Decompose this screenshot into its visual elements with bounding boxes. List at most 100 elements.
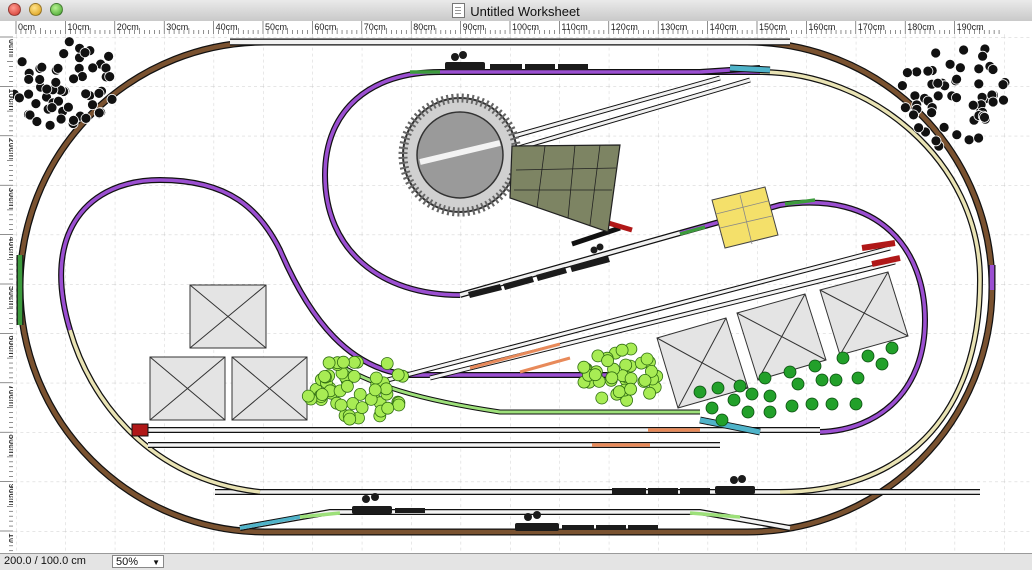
building-3[interactable] [231,356,308,421]
tree-icon [815,373,829,387]
horizontal-ruler: 0cm 10cm 20cm 30cm 40cm 50cm 60cm 70cm 80cm 90cm 1… [0,21,1032,35]
tree-icon [87,62,99,74]
ruler-label: 130cm [660,22,687,32]
tree-icon [93,88,105,99]
tree-icon [733,379,747,393]
tree-icon [909,90,921,102]
tree-icon [825,397,839,411]
tree-icon [343,412,357,426]
tree-icon [640,352,654,366]
ruler-label: 90cm [463,22,485,32]
tree-icon [63,101,74,113]
layout-dimensions: 200.0 / 100.0 cm [4,555,86,567]
tree-icon [87,99,98,111]
tree-icon [944,58,956,70]
tree-icon [977,50,988,62]
tree-icon [31,116,43,127]
ruler-label: 140cm [710,22,737,32]
title-bar: Untitled Worksheet [0,0,1032,22]
tree-icon [13,92,25,104]
ruler-label: 180cm [907,22,934,32]
building-2[interactable] [149,356,226,421]
tree-icon [595,391,609,405]
tree-icon [23,74,35,85]
ruler-label: 0cm [18,22,35,32]
tree-icon [998,94,1009,106]
tree-icon [588,368,602,382]
tree-icon [643,386,656,400]
tree-icon [913,122,924,134]
tree-icon [58,48,70,59]
tree-icon [973,78,985,90]
tree-icon [340,379,354,393]
tree-icon [44,119,56,131]
tree-icon [763,389,777,403]
tree-icon [322,356,336,370]
tree-icon [381,401,395,415]
tree-icon [958,44,969,56]
status-bar: 200.0 / 100.0 cm 50% ▼ [0,553,1032,570]
ruler-label: 170cm [858,22,885,32]
tree-icon [997,79,1009,90]
ruler-label: 50cm [265,22,287,32]
tree-icon [922,65,934,77]
track-plan[interactable] [13,34,1032,553]
ruler-label: 20cm [117,22,139,32]
tree-icon [93,107,105,119]
ruler-label: 190cm [957,22,984,32]
tree-icon [926,107,937,118]
tree-icon [783,365,797,379]
tree-icon [334,398,348,412]
tree-icon [932,77,944,89]
tree-icon [987,96,999,108]
tree-icon [973,63,985,75]
tree-icon [741,405,755,419]
ruler-label: 40cm [216,22,238,32]
tree-icon [638,373,652,387]
tree-icon [34,74,46,85]
tree-icon [391,368,405,382]
window-title-text: Untitled Worksheet [470,4,580,19]
tree-icon [63,36,75,48]
building-1[interactable] [189,284,267,349]
window-title: Untitled Worksheet [0,3,1032,19]
ruler-label: 80cm [413,22,435,32]
tree-icon [967,99,979,111]
tree-icon [379,382,393,396]
ruler-label: 160cm [808,22,835,32]
tree-icon [36,61,48,73]
tree-icon [68,73,79,85]
tree-icon [624,382,637,396]
tree-icon [791,377,805,391]
ruler-label: 100cm [512,22,539,32]
chevron-down-icon: ▼ [152,558,160,567]
tree-icon [885,341,899,355]
horizontal-ruler-ticks: 0cm 10cm 20cm 30cm 40cm 50cm 60cm 70cm 80cm 90cm 1… [15,21,1000,34]
tree-icon [763,405,777,419]
ruler-label: 70cm [364,22,386,32]
tree-icon [987,64,999,75]
layout-canvas[interactable] [13,34,1032,553]
tree-icon [911,66,923,78]
tree-icon [973,132,984,144]
tree-icon [16,56,28,68]
tree-icon [347,355,361,369]
turntable[interactable] [398,93,522,217]
tree-icon [951,73,962,85]
zoom-select[interactable]: 50% ▼ [112,555,164,568]
tree-icon [605,371,619,385]
tree-icon [103,51,114,62]
tree-icon [851,371,865,385]
tree-icon [106,94,118,105]
tree-icon [30,98,42,109]
tree-icon [68,115,79,126]
tree-icon [861,349,875,363]
tree-icon [711,381,725,395]
tree-icon [930,47,942,59]
tree-icon [368,383,382,397]
tree-icon [80,88,92,100]
tree-icon [336,355,350,369]
tree-icon [41,83,53,95]
tree-icon [908,109,919,121]
tree-icon [930,135,942,147]
